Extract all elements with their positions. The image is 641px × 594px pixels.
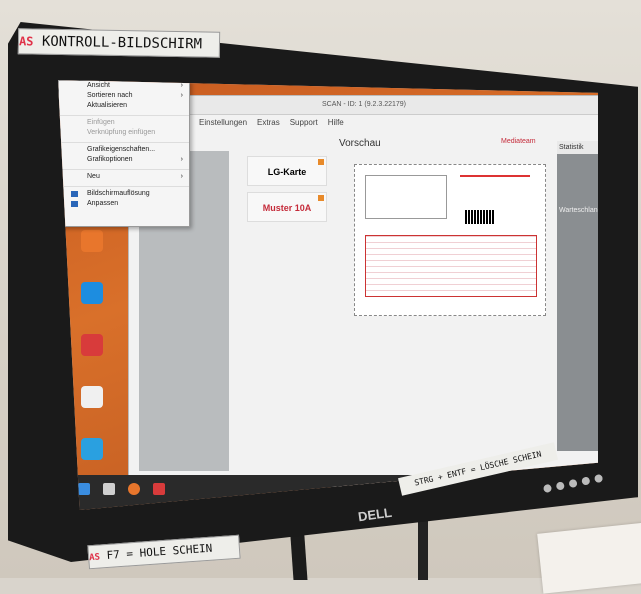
context-menu-item[interactable]: Sortieren nach › bbox=[59, 91, 189, 101]
chat-icon bbox=[81, 438, 103, 460]
scan-app-icon bbox=[81, 334, 103, 356]
card-label: Muster 10A bbox=[262, 203, 312, 213]
statistics-panel: Statistik Warteschlange bbox=[557, 141, 598, 451]
explorer-icon[interactable] bbox=[103, 483, 115, 495]
menu-separator bbox=[59, 111, 189, 116]
label-prefix: AS bbox=[88, 552, 101, 564]
context-menu-label: Ansicht bbox=[87, 82, 110, 89]
context-menu-item[interactable]: Anpassen bbox=[59, 199, 189, 209]
barcode-icon bbox=[465, 210, 495, 224]
menu-separator bbox=[59, 182, 189, 187]
label-text: KONTROLL-BILDSCHIRM bbox=[41, 33, 203, 53]
firefox-icon bbox=[81, 230, 103, 252]
status-dot bbox=[318, 195, 324, 201]
monitor-button[interactable] bbox=[568, 478, 578, 489]
card-label: LG-Karte bbox=[267, 167, 307, 177]
menu-item[interactable]: Hilfe bbox=[328, 118, 344, 134]
scan-taskbar-icon[interactable] bbox=[153, 483, 165, 495]
context-menu-item[interactable]: Aktualisieren bbox=[59, 101, 189, 111]
queue-heading: Warteschlange bbox=[559, 207, 598, 214]
context-menu: Ansicht › Sortieren nach › Aktualisieren Einf… bbox=[58, 80, 190, 227]
document-icon bbox=[81, 386, 103, 408]
start-icon[interactable] bbox=[78, 483, 90, 495]
mediateam-logo: Mediateam bbox=[501, 138, 536, 145]
context-menu-item[interactable]: Einfügen bbox=[59, 118, 189, 128]
monitor-button[interactable] bbox=[542, 483, 553, 494]
monitor-button[interactable] bbox=[555, 481, 565, 491]
window-title: SCAN - ID: 1 (9.2.3.22179) bbox=[129, 96, 598, 115]
desktop-icon[interactable] bbox=[72, 230, 112, 272]
app-window: SCAN - ID: 1 (9.2.3.22179) Einstellungen… bbox=[128, 95, 598, 487]
label-text: F7 = HOLE SCHEIN bbox=[106, 541, 213, 562]
display-icon bbox=[71, 191, 78, 197]
statistics-heading: Statistik bbox=[557, 141, 598, 154]
card-lg-karte[interactable]: LG-Karte bbox=[247, 156, 327, 186]
monitor: SCAN - ID: 1 (9.2.3.22179) Einstellungen… bbox=[8, 22, 638, 562]
context-menu-item[interactable]: Grafikoptionen › bbox=[59, 155, 189, 165]
label-kontroll-bildschirm: AS KONTROLL-BILDSCHIRM bbox=[17, 28, 221, 58]
context-menu-label: Einfügen bbox=[87, 119, 115, 126]
context-menu-item[interactable]: Neu › bbox=[59, 172, 189, 182]
chevron-right-icon: › bbox=[180, 156, 183, 163]
card-list: LG-Karte Muster 10A bbox=[247, 156, 327, 228]
context-menu-label: Verknüpfung einfügen bbox=[87, 129, 156, 136]
context-menu-label: Neu bbox=[87, 173, 100, 180]
monitor-screen: SCAN - ID: 1 (9.2.3.22179) Einstellungen… bbox=[58, 80, 598, 510]
teamviewer-icon bbox=[81, 282, 103, 304]
display-icon bbox=[71, 201, 78, 207]
status-dot bbox=[318, 159, 324, 165]
context-menu-label: Grafikoptionen bbox=[87, 156, 133, 163]
menu-separator bbox=[59, 138, 189, 143]
context-menu-label: Aktualisieren bbox=[87, 102, 128, 109]
preview-document bbox=[354, 164, 546, 316]
desktop-icon[interactable] bbox=[72, 386, 112, 428]
context-menu-item[interactable]: Bildschirmauflösung bbox=[59, 189, 189, 199]
menu-item[interactable]: Extras bbox=[257, 118, 280, 134]
preview-table bbox=[365, 235, 537, 297]
card-muster-10a[interactable]: Muster 10A bbox=[247, 192, 327, 222]
menu-separator bbox=[59, 165, 189, 170]
label-prefix: AS bbox=[18, 34, 34, 49]
menu-item[interactable]: Support bbox=[290, 118, 318, 134]
menu-item[interactable]: Einstellungen bbox=[199, 118, 247, 134]
context-menu-label: Sortieren nach bbox=[87, 92, 133, 99]
chevron-right-icon: › bbox=[180, 173, 183, 180]
context-menu-label: Grafikeigenschaften... bbox=[87, 146, 156, 153]
preview-header-block bbox=[460, 175, 530, 207]
context-menu-label: Bildschirmauflösung bbox=[87, 190, 150, 197]
monitor-button[interactable] bbox=[593, 473, 604, 484]
desktop-icon[interactable] bbox=[72, 282, 112, 324]
context-menu-item[interactable]: Verknüpfung einfügen bbox=[59, 128, 189, 138]
chevron-right-icon: › bbox=[180, 92, 183, 99]
preview-heading: Vorschau bbox=[339, 138, 381, 149]
firefox-taskbar-icon[interactable] bbox=[128, 483, 140, 495]
context-menu-label: Anpassen bbox=[87, 200, 119, 207]
preview-address-box bbox=[365, 175, 447, 219]
context-menu-item[interactable]: Grafikeigenschaften... bbox=[59, 145, 189, 155]
desktop-icon[interactable] bbox=[72, 334, 112, 376]
monitor-button[interactable] bbox=[581, 476, 591, 486]
desktop-icon[interactable] bbox=[72, 438, 112, 480]
